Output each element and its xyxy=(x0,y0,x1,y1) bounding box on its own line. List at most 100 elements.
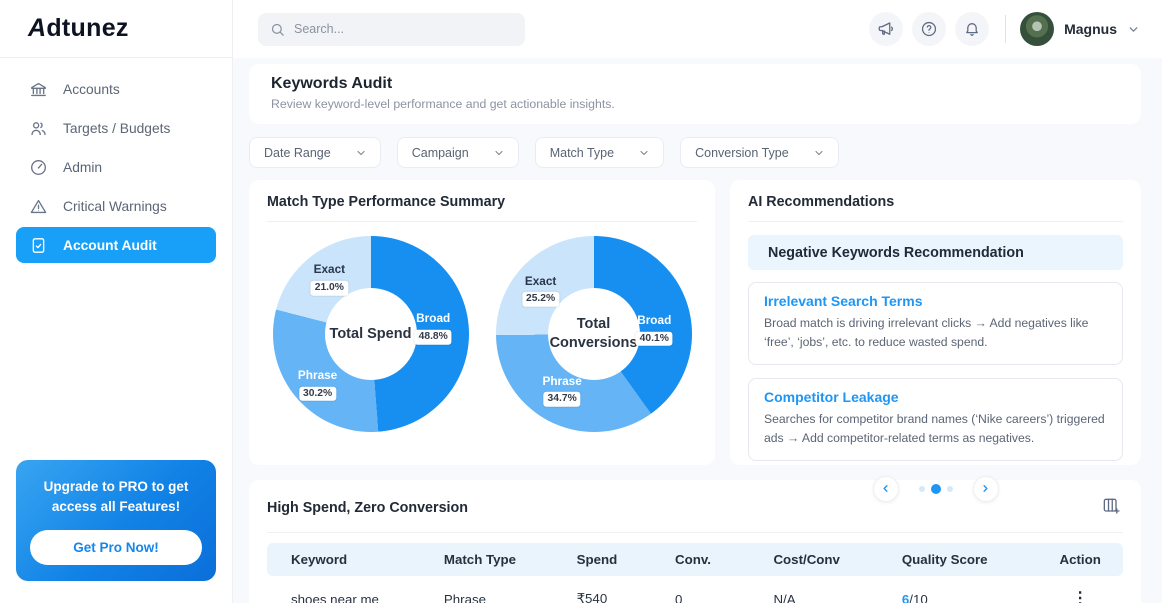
bell-icon xyxy=(966,23,978,36)
page-subtitle: Review keyword-level performance and get… xyxy=(271,97,615,111)
filter-match-type[interactable]: Match Type xyxy=(534,137,665,168)
charts-card-head: Match Type Performance Summary xyxy=(249,180,715,222)
recommendation-title-link[interactable]: Irrelevant Search Terms xyxy=(764,293,1107,309)
carousel-next-button[interactable] xyxy=(972,475,999,502)
recommendation-card: Irrelevant Search Terms Broad match is d… xyxy=(748,282,1123,365)
filters-bar: Date Range Campaign Match Type Conversio… xyxy=(249,137,1141,168)
sidebar-item-label: Admin xyxy=(63,159,103,175)
cell-cost-conv: N/A xyxy=(773,591,796,603)
doc-check-icon xyxy=(32,237,45,253)
donut-total-spend: Total Spend Broad 48.8% Phrase 30.2% Exa… xyxy=(272,236,469,432)
cell-conv: 0 xyxy=(675,591,683,603)
cell-spend: ₹540 xyxy=(576,591,608,603)
ai-card-head: AI Recommendations xyxy=(730,180,1141,222)
col-quality-score: Quality Score xyxy=(891,543,1038,576)
megaphone-icon xyxy=(878,22,893,35)
carousel-dot[interactable] xyxy=(918,485,925,492)
logo-zone: Adtunez xyxy=(0,0,233,58)
chevron-down-icon xyxy=(815,150,823,155)
donut-total-conversions: Total Conversions Broad 40.1% Phrase 34.… xyxy=(495,236,692,432)
search-input[interactable] xyxy=(294,22,513,36)
chevron-right-icon xyxy=(983,485,988,493)
table-header-row: Keyword Match Type Spend Conv. Cost/Conv… xyxy=(267,543,1123,576)
charts-card-title: Match Type Performance Summary xyxy=(267,194,506,210)
donut-center: Total Spend xyxy=(324,288,417,380)
recommendation-body: Broad match is driving irrelevant clicks… xyxy=(764,316,1089,349)
carousel-prev-button[interactable] xyxy=(872,475,899,502)
get-pro-button[interactable]: Get Pro Now! xyxy=(30,530,202,565)
recommendation-body: Searches for competitor brand names (‘Ni… xyxy=(764,411,1105,445)
col-keyword: Keyword xyxy=(267,543,434,576)
filter-date-range[interactable]: Date Range xyxy=(249,137,381,168)
help-icon xyxy=(922,21,937,37)
sidebar-item-accounts[interactable]: Accounts xyxy=(16,71,216,107)
upgrade-text: Upgrade to PRO to get access all Feature… xyxy=(43,478,189,514)
carousel-dot-active[interactable] xyxy=(930,483,941,494)
sidebar-item-targets-budgets[interactable]: Targets / Budgets xyxy=(16,110,216,146)
add-column-button[interactable] xyxy=(1099,494,1123,521)
topbar: Adtunez Magnus xyxy=(0,0,1162,58)
cell-match-type: Phrase xyxy=(443,591,487,603)
ai-banner: Negative Keywords Recommendation xyxy=(748,235,1123,270)
chevron-down-icon xyxy=(357,150,365,155)
high-spend-table: Keyword Match Type Spend Conv. Cost/Conv… xyxy=(267,543,1123,603)
col-conv: Conv. xyxy=(665,543,764,576)
ai-recommendations-card: AI Recommendations Negative Keywords Rec… xyxy=(730,180,1141,502)
row-actions-button[interactable]: ⋮ xyxy=(1072,591,1088,603)
col-cost-conv: Cost/Conv xyxy=(763,543,892,576)
donut-charts: Total Spend Broad 48.8% Phrase 30.2% Exa… xyxy=(249,222,715,432)
cell-keyword: shoes near me xyxy=(291,591,379,603)
donut-center-label: Total Spend xyxy=(329,325,412,342)
filter-campaign[interactable]: Campaign xyxy=(396,137,519,168)
recommendations-carousel xyxy=(748,475,1123,502)
insert-column-icon xyxy=(1103,498,1120,514)
donut-center: Total Conversions xyxy=(547,288,640,380)
sidebar-item-label: Targets / Budgets xyxy=(63,120,171,136)
search-bar[interactable] xyxy=(258,12,525,46)
sidebar: Accounts Targets / Budgets Admin Critica… xyxy=(0,58,233,603)
ai-card-title: AI Recommendations xyxy=(748,194,895,210)
table-row: shoes near me Phrase ₹540 0 N/A 6/10 ⋮ xyxy=(267,576,1123,603)
sidebar-item-admin[interactable]: Admin xyxy=(16,149,216,185)
recommendation-title-link[interactable]: Competitor Leakage xyxy=(764,389,1107,405)
sidebar-item-label: Accounts xyxy=(63,81,120,97)
upgrade-card: Upgrade to PRO to get access all Feature… xyxy=(16,459,216,581)
table-title: High Spend, Zero Conversion xyxy=(267,499,468,516)
warning-icon xyxy=(30,199,47,213)
announcements-button[interactable] xyxy=(869,12,904,46)
body-row: Accounts Targets / Budgets Admin Critica… xyxy=(0,58,1162,603)
match-type-performance-card: Match Type Performance Summary Total Spe… xyxy=(249,180,715,465)
brand-logo: Adtunez xyxy=(28,14,129,42)
topbar-divider xyxy=(1005,15,1007,43)
recommendation-card: Competitor Leakage Searches for competit… xyxy=(748,377,1123,461)
quality-score-suffix: /10 xyxy=(909,591,928,603)
sidebar-item-critical-warnings[interactable]: Critical Warnings xyxy=(16,188,216,224)
divider xyxy=(267,532,1123,533)
filter-label: Campaign xyxy=(411,145,469,160)
filter-label: Date Range xyxy=(264,145,331,160)
col-action: Action xyxy=(1037,543,1123,576)
chevron-down-icon xyxy=(495,150,503,155)
filter-label: Match Type xyxy=(549,145,615,160)
topbar-main: Magnus xyxy=(233,0,1162,58)
filter-conversion-type[interactable]: Conversion Type xyxy=(680,137,839,168)
page-title: Keywords Audit xyxy=(271,75,393,92)
carousel-dots xyxy=(918,483,953,494)
cell-quality-score: 6/10 xyxy=(892,576,1038,603)
notifications-button[interactable] xyxy=(955,12,990,46)
col-spend: Spend xyxy=(566,543,666,576)
help-button[interactable] xyxy=(912,12,947,46)
chevron-down-icon xyxy=(1129,26,1138,32)
cell-action: ⋮ xyxy=(1037,576,1123,603)
gauge-icon xyxy=(31,159,46,175)
sidebar-item-account-audit[interactable]: Account Audit xyxy=(16,227,216,263)
sidebar-item-label: Account Audit xyxy=(63,237,157,253)
filter-label: Conversion Type xyxy=(695,145,789,160)
donut-center-label: Total Conversions xyxy=(549,316,638,351)
search-icon xyxy=(271,23,284,36)
chevron-down-icon xyxy=(640,150,648,155)
carousel-dot[interactable] xyxy=(946,485,953,492)
app-root: Adtunez Magnus xyxy=(0,0,1162,603)
bank-icon xyxy=(31,82,46,96)
user-menu[interactable]: Magnus xyxy=(1020,12,1140,46)
